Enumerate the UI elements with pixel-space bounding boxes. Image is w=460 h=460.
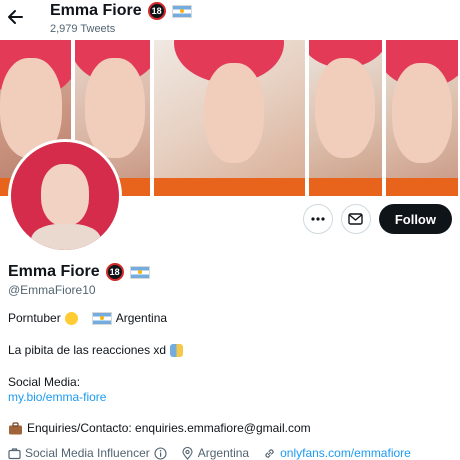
argentina-flag-icon <box>129 265 150 279</box>
avatar[interactable] <box>8 139 122 253</box>
header-name: Emma Fiore 18 <box>50 2 192 20</box>
bio-text: Enquiries/Contacto: enquiries.emmafiore@… <box>27 421 311 435</box>
profile-handle: @EmmaFiore10 <box>8 283 96 297</box>
banner-photo <box>154 38 305 196</box>
briefcase-icon <box>8 447 21 459</box>
banner-photo <box>386 38 458 196</box>
sunglasses-emoji-icon <box>64 311 78 325</box>
bio-line-5: Enquiries/Contacto: enquiries.emmafiore@… <box>8 421 311 435</box>
bio-text: La pibita de las reacciones xd <box>8 343 167 357</box>
more-button[interactable] <box>302 204 333 234</box>
bio-line-3: Social Media: <box>8 375 80 389</box>
profile-actions: Follow <box>302 204 452 234</box>
bio-line-1: Porntuber Argentina <box>8 311 167 325</box>
bio-line-2: La pibita de las reacciones xd <box>8 343 184 357</box>
meta-location: Argentina <box>197 446 250 460</box>
age-18-badge-icon: 18 <box>105 263 124 281</box>
argentina-flag-icon <box>91 311 112 325</box>
bio-text: Argentina <box>115 311 168 325</box>
bio-line-4: my.bio/emma-fiore <box>8 390 106 404</box>
age-18-badge-icon: 18 <box>147 2 166 20</box>
header-display-name: Emma Fiore <box>50 2 142 19</box>
profile-name: Emma Fiore 18 <box>8 263 150 281</box>
message-button[interactable] <box>340 204 371 234</box>
location-pin-icon <box>182 446 193 460</box>
back-arrow-icon[interactable] <box>6 6 26 28</box>
briefcase-icon <box>9 421 22 434</box>
bio-text: Social Media: <box>8 375 81 389</box>
follow-button[interactable]: Follow <box>378 204 452 234</box>
tweet-count: 2,979 Tweets <box>50 23 116 35</box>
more-icon <box>311 217 325 221</box>
banner-photo <box>309 38 382 196</box>
mail-icon <box>348 213 364 225</box>
bio-link[interactable]: my.bio/emma-fiore <box>8 390 106 404</box>
meta-website-link[interactable]: onlyfans.com/emmafiore <box>280 446 411 460</box>
meta-category: Social Media Influencer <box>25 446 150 460</box>
link-icon <box>265 448 274 458</box>
info-icon[interactable] <box>154 446 167 460</box>
heart-emoji-icon <box>170 343 184 357</box>
top-bar: Emma Fiore 18 2,979 Tweets <box>0 0 460 40</box>
profile-display-name: Emma Fiore <box>8 263 100 280</box>
bio-text: Porntuber <box>8 311 61 325</box>
argentina-flag-icon <box>171 4 192 18</box>
profile-meta: Social Media Influencer Argentina onlyfa… <box>8 446 411 460</box>
